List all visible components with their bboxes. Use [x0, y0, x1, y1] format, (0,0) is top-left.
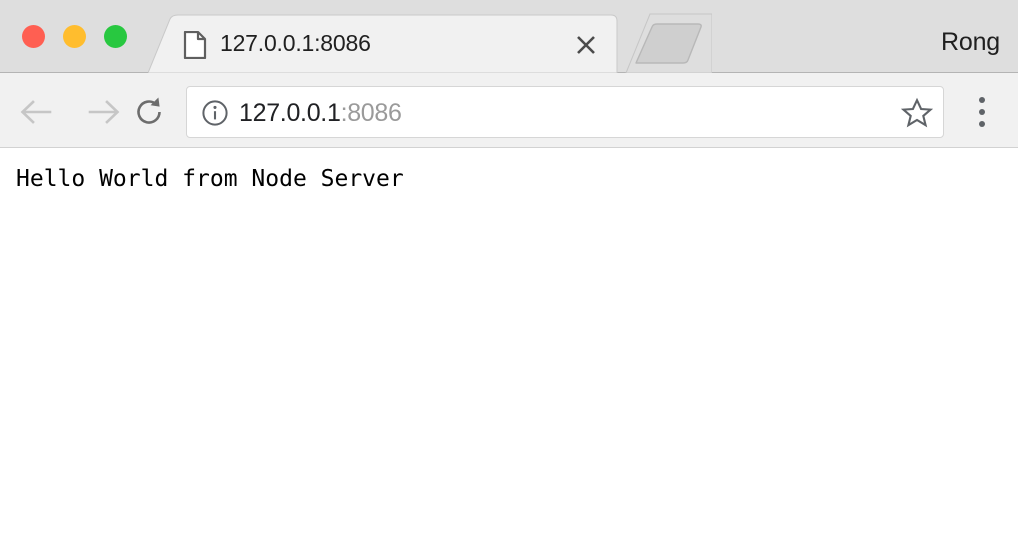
minimize-window-button[interactable] [63, 25, 86, 48]
info-circle-icon[interactable] [201, 99, 229, 127]
maximize-window-button[interactable] [104, 25, 127, 48]
reload-icon[interactable] [126, 92, 172, 132]
menu-dot [979, 121, 985, 127]
tab-active-shape [148, 14, 618, 73]
menu-dot [979, 97, 985, 103]
url-bar[interactable]: 127.0.0.1:8086 [186, 86, 944, 138]
browser-window: 127.0.0.1:8086 Rong 127.0.0.1:8086 Hello… [0, 0, 1018, 544]
page-content-area: Hello World from Node Server [0, 149, 1018, 544]
tab-title: 127.0.0.1:8086 [220, 30, 371, 56]
three-dots-icon[interactable] [966, 94, 998, 130]
url-host: 127.0.0.1 [239, 99, 341, 127]
close-window-button[interactable] [22, 25, 45, 48]
tab-active[interactable]: 127.0.0.1:8086 [148, 14, 618, 73]
arrow-left-icon[interactable] [14, 92, 60, 132]
close-icon[interactable] [573, 32, 599, 58]
arrow-right-icon[interactable] [80, 92, 126, 132]
url-text[interactable]: 127.0.0.1:8086 [239, 97, 402, 129]
page-body-text: Hello World from Node Server [16, 166, 404, 192]
window-controls [22, 25, 127, 48]
title-bar: 127.0.0.1:8086 Rong [0, 0, 1018, 74]
menu-dot [979, 109, 985, 115]
url-port: :8086 [340, 99, 402, 127]
page-icon [183, 30, 207, 60]
tab-background-inactive[interactable] [612, 12, 713, 74]
star-icon[interactable] [900, 97, 934, 129]
profile-name[interactable]: Rong [941, 28, 1000, 57]
tab-background-shape [625, 13, 713, 74]
